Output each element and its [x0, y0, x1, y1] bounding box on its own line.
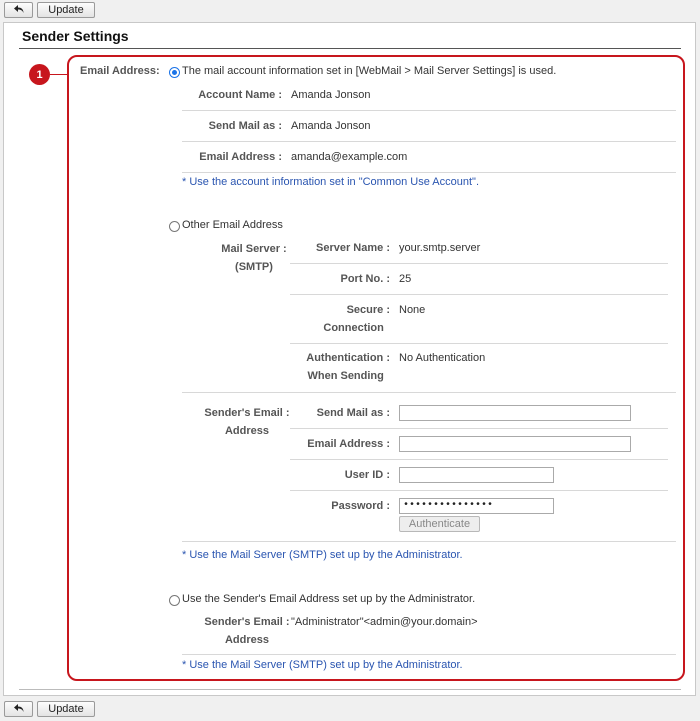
divider — [182, 141, 676, 142]
sender-email-label: Sender's Email : Address — [204, 407, 290, 437]
back-button[interactable] — [4, 2, 33, 18]
webmail-email-value: amanda@example.com — [291, 151, 408, 163]
back-arrow-icon — [13, 4, 25, 17]
server-name-value: your.smtp.server — [399, 242, 481, 254]
divider — [182, 172, 676, 173]
send-mail-as-value: Amanda Jonson — [291, 120, 371, 132]
password-label: Password : — [331, 500, 390, 512]
webmail-note: * Use the account information set in "Co… — [182, 176, 480, 188]
option-admin-text: Use the Sender's Email Address set up by… — [182, 593, 476, 605]
email-address-label: Email Address — [79, 65, 156, 77]
update-button[interactable]: Update — [37, 2, 95, 18]
divider — [182, 541, 676, 542]
admin-note: * Use the Mail Server (SMTP) set up by t… — [182, 659, 463, 671]
divider — [182, 110, 676, 111]
divider — [290, 343, 668, 344]
webmail-email-label: Email Address : — [199, 151, 282, 163]
divider — [182, 654, 676, 655]
user-id-label: User ID : — [344, 469, 390, 481]
port-value: 25 — [399, 273, 412, 285]
send-mail-as-label: Send Mail as : — [208, 120, 282, 132]
send-mail-as-field-label: Send Mail as : — [316, 407, 390, 419]
account-name-value: Amanda Jonson — [291, 89, 371, 101]
secure-connection-value: None — [399, 304, 426, 316]
page-title: Sender Settings — [22, 28, 129, 44]
option-webmail-text: The mail account information set in [Web… — [182, 65, 557, 77]
radio-other-email[interactable] — [169, 221, 180, 232]
divider — [290, 459, 668, 460]
top-toolbar: Update — [0, 0, 700, 22]
mail-server-label: Mail Server : (SMTP) — [221, 243, 287, 273]
auth-value: No Authentication — [399, 352, 486, 364]
user-id-input[interactable] — [399, 467, 554, 483]
callout-marker: 1 — [29, 64, 50, 85]
divider — [290, 263, 668, 264]
radio-webmail[interactable] — [169, 67, 180, 78]
option-other-text: Other Email Address — [182, 219, 283, 231]
auth-label: Authentication : When Sending — [306, 352, 390, 382]
secure-connection-label: Secure : Connection — [323, 304, 390, 334]
colon: : — [156, 65, 160, 77]
divider — [290, 428, 668, 429]
email-field[interactable] — [399, 436, 631, 452]
divider — [182, 392, 676, 393]
port-label: Port No. : — [340, 273, 390, 285]
divider — [290, 490, 668, 491]
account-name-label: Account Name : — [198, 89, 282, 101]
bottom-divider — [19, 689, 681, 690]
server-name-label: Server Name : — [315, 242, 390, 254]
password-input[interactable]: ••••••••••••••• — [399, 498, 554, 514]
authenticate-button[interactable]: Authenticate — [399, 516, 480, 532]
back-button-bottom[interactable] — [4, 701, 33, 717]
divider — [290, 294, 668, 295]
email-field-label: Email Address : — [307, 438, 390, 450]
title-divider — [19, 48, 681, 49]
other-note: * Use the Mail Server (SMTP) set up by t… — [182, 549, 463, 561]
radio-admin-sender[interactable] — [169, 595, 180, 606]
back-arrow-icon — [13, 703, 25, 716]
update-button-bottom[interactable]: Update — [37, 701, 95, 717]
bottom-toolbar: Update — [0, 699, 700, 721]
admin-sender-value: "Administrator"<admin@your.domain> — [291, 616, 478, 628]
admin-sender-label: Sender's Email : Address — [204, 616, 290, 646]
send-mail-as-input[interactable] — [399, 405, 631, 421]
